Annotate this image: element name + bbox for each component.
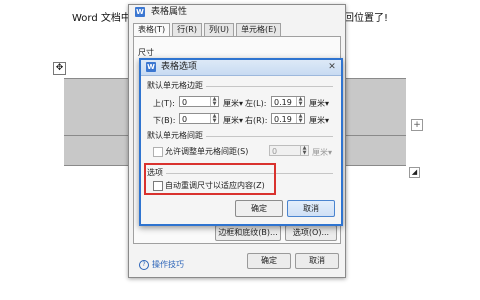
right-margin-unit[interactable]: 厘米▾ xyxy=(309,115,329,126)
spinner-arrows-icon[interactable]: ▲ ▼ xyxy=(296,114,304,124)
left-margin-label: 左(L): xyxy=(245,99,267,108)
spinner-arrows-icon[interactable]: ▲ ▼ xyxy=(210,97,218,107)
wps-app-icon: W xyxy=(146,62,156,72)
spinner-arrows-icon[interactable]: ▲ ▼ xyxy=(210,114,218,124)
right-margin-value: 0.19 xyxy=(274,115,292,124)
border-shading-button[interactable]: 边框和底纹(B)... xyxy=(215,225,281,241)
annotation-highlight-box xyxy=(144,163,276,195)
left-margin-input[interactable]: 0.19 ▲ ▼ xyxy=(271,96,305,107)
tips-label: 操作技巧 xyxy=(152,260,184,269)
left-margin-value: 0.19 xyxy=(274,98,292,107)
allow-spacing-checkbox[interactable] xyxy=(153,147,163,157)
allow-spacing-label[interactable]: 允许调整单元格间距(S) xyxy=(165,146,248,157)
table-move-handle-icon[interactable]: ✥ xyxy=(53,62,66,75)
bottom-margin-value: 0 xyxy=(182,115,188,124)
bottom-margin-label: 下(B): xyxy=(153,116,176,125)
options-button[interactable]: 选项(O)... xyxy=(285,225,337,241)
outer-ok-button[interactable]: 确定 xyxy=(247,253,291,269)
left-margin-unit[interactable]: 厘米▾ xyxy=(309,98,329,109)
spacing-value: 0 xyxy=(272,147,278,156)
dialog-title: 表格选项 xyxy=(161,62,198,72)
top-margin-value: 0 xyxy=(182,98,188,107)
margins-group-label: 默认单元格边距 xyxy=(147,80,206,91)
dialog-title: 表格属性 xyxy=(151,7,188,17)
help-icon: ? xyxy=(139,259,149,270)
outer-cancel-button[interactable]: 取消 xyxy=(295,253,339,269)
table-options-dialog: W 表格选项 ✕ 默认单元格边距 上(T): 0 ▲ ▼ 厘米▾ 左(L): 0.… xyxy=(139,58,343,226)
spinner-arrows-icon[interactable]: ▲ ▼ xyxy=(300,146,308,156)
bottom-margin-input[interactable]: 0 ▲ ▼ xyxy=(179,113,219,124)
right-margin-label: 右(R): xyxy=(245,116,268,125)
table-resize-handle-icon[interactable]: ◢ xyxy=(409,167,420,178)
wps-app-icon: W xyxy=(135,7,145,17)
inner-ok-button[interactable]: 确定 xyxy=(235,200,283,217)
tab-table[interactable]: 表格(T) xyxy=(133,23,171,37)
tab-cell[interactable]: 单元格(E) xyxy=(236,23,282,36)
document-text-right: 回位置了! xyxy=(344,13,389,24)
add-column-icon[interactable]: + xyxy=(411,119,423,131)
close-icon[interactable]: ✕ xyxy=(327,62,337,72)
document-text-left: Word 文档中 xyxy=(72,13,131,24)
spacing-group-label: 默认单元格间距 xyxy=(147,130,206,141)
spacing-input[interactable]: 0 ▲ ▼ xyxy=(269,145,309,156)
table-options-titlebar: W 表格选项 ✕ xyxy=(141,60,341,76)
top-margin-input[interactable]: 0 ▲ ▼ xyxy=(179,96,219,107)
right-margin-input[interactable]: 0.19 ▲ ▼ xyxy=(271,113,305,124)
inner-cancel-button[interactable]: 取消 xyxy=(287,200,335,217)
tab-bar: 表格(T) 行(R) 列(U) 单元格(E) xyxy=(133,23,283,37)
spinner-arrows-icon[interactable]: ▲ ▼ xyxy=(296,97,304,107)
bottom-margin-unit[interactable]: 厘米▾ xyxy=(223,115,243,126)
spacing-unit[interactable]: 厘米▾ xyxy=(312,147,332,158)
top-margin-unit[interactable]: 厘米▾ xyxy=(223,98,243,109)
table-properties-titlebar: W 表格属性 xyxy=(129,5,345,19)
top-margin-label: 上(T): xyxy=(153,99,175,108)
tab-row[interactable]: 行(R) xyxy=(172,23,202,36)
tips-link[interactable]: ? 操作技巧 xyxy=(139,259,184,270)
tab-column[interactable]: 列(U) xyxy=(203,23,235,36)
size-section-label: 尺寸 xyxy=(138,48,154,57)
